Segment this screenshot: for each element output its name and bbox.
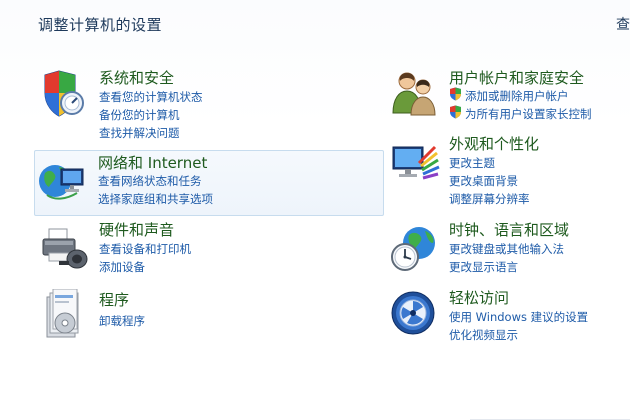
uac-shield-icon [450, 105, 461, 119]
view-by-label[interactable]: 查 [616, 14, 630, 34]
category-link[interactable]: 更改键盘或其他输入法 [449, 241, 564, 257]
category-network-internet[interactable]: 网络和 Internet 查看网络状态和任务 选择家庭组和共享选项 [34, 150, 384, 216]
category-title[interactable]: 外观和个性化 [449, 133, 539, 154]
category-clock-language: 时钟、语言和区域 更改键盘或其他输入法 更改显示语言 [386, 218, 626, 280]
category-link[interactable]: 使用 Windows 建议的设置 [449, 309, 588, 325]
clock-globe-icon[interactable] [389, 223, 441, 275]
category-link[interactable]: 调整屏幕分辨率 [449, 191, 530, 207]
category-title[interactable]: 时钟、语言和区域 [449, 219, 569, 240]
category-link[interactable]: 卸载程序 [99, 313, 145, 329]
category-link[interactable]: 查看您的计算机状态 [99, 89, 203, 105]
monitor-palette-icon[interactable] [389, 139, 441, 191]
category-title[interactable]: 轻松访问 [449, 287, 509, 308]
category-link[interactable]: 添加设备 [99, 259, 145, 275]
programs-icon[interactable] [39, 288, 91, 341]
category-link[interactable]: 查找并解决问题 [99, 125, 180, 141]
users-icon[interactable] [389, 67, 441, 119]
uac-shield-icon [450, 87, 461, 101]
category-title[interactable]: 程序 [99, 289, 129, 310]
category-system-security: 系统和安全 查看您的计算机状态 备份您的计算机 查找并解决问题 [36, 64, 376, 144]
category-link[interactable]: 添加或删除用户帐户 [465, 88, 569, 104]
category-link[interactable]: 查看设备和打印机 [99, 241, 191, 257]
category-hardware-sound: 硬件和声音 查看设备和打印机 添加设备 [36, 218, 376, 280]
category-link[interactable]: 更改桌面背景 [449, 173, 518, 189]
category-link[interactable]: 选择家庭组和共享选项 [98, 191, 213, 207]
printer-icon[interactable] [39, 223, 91, 275]
category-link[interactable]: 更改显示语言 [449, 259, 518, 275]
category-title[interactable]: 系统和安全 [99, 67, 174, 88]
category-title[interactable]: 用户帐户和家庭安全 [449, 67, 584, 88]
page-title: 调整计算机的设置 [38, 16, 163, 34]
category-user-accounts: 用户帐户和家庭安全 添加或删除用户帐户 为所有用户设置家长控制 [386, 64, 626, 126]
category-link[interactable]: 为所有用户设置家长控制 [465, 106, 592, 122]
ease-of-access-icon[interactable] [389, 289, 441, 341]
shield-icon[interactable] [39, 69, 91, 121]
category-link[interactable]: 备份您的计算机 [99, 107, 180, 123]
category-link[interactable]: 查看网络状态和任务 [98, 173, 202, 189]
category-title[interactable]: 网络和 Internet [98, 152, 207, 173]
category-programs: 程序 卸载程序 [36, 286, 376, 344]
category-ease-of-access: 轻松访问 使用 Windows 建议的设置 优化视频显示 [386, 286, 626, 348]
control-panel-window: 调整计算机的设置 查 系统和安全 查看您的计算机状态 备份您的计算机 查找并解决… [0, 0, 630, 420]
category-title[interactable]: 硬件和声音 [99, 219, 174, 240]
category-link[interactable]: 更改主题 [449, 155, 495, 171]
globe-network-icon[interactable] [37, 155, 89, 207]
category-link[interactable]: 优化视频显示 [449, 327, 518, 343]
category-appearance: 外观和个性化 更改主题 更改桌面背景 调整屏幕分辨率 [386, 132, 626, 210]
